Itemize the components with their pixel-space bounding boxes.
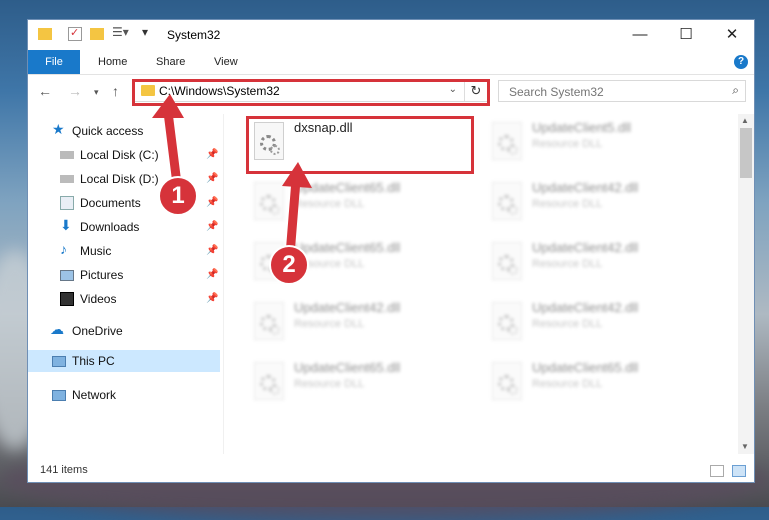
callout-2: 2 [269,245,309,285]
callout-1: 1 [158,176,198,216]
arrow-2-shaft [285,175,301,260]
arrow-2-head [282,162,312,188]
arrow-1-head [152,94,184,118]
annotation-arrows [152,94,312,260]
